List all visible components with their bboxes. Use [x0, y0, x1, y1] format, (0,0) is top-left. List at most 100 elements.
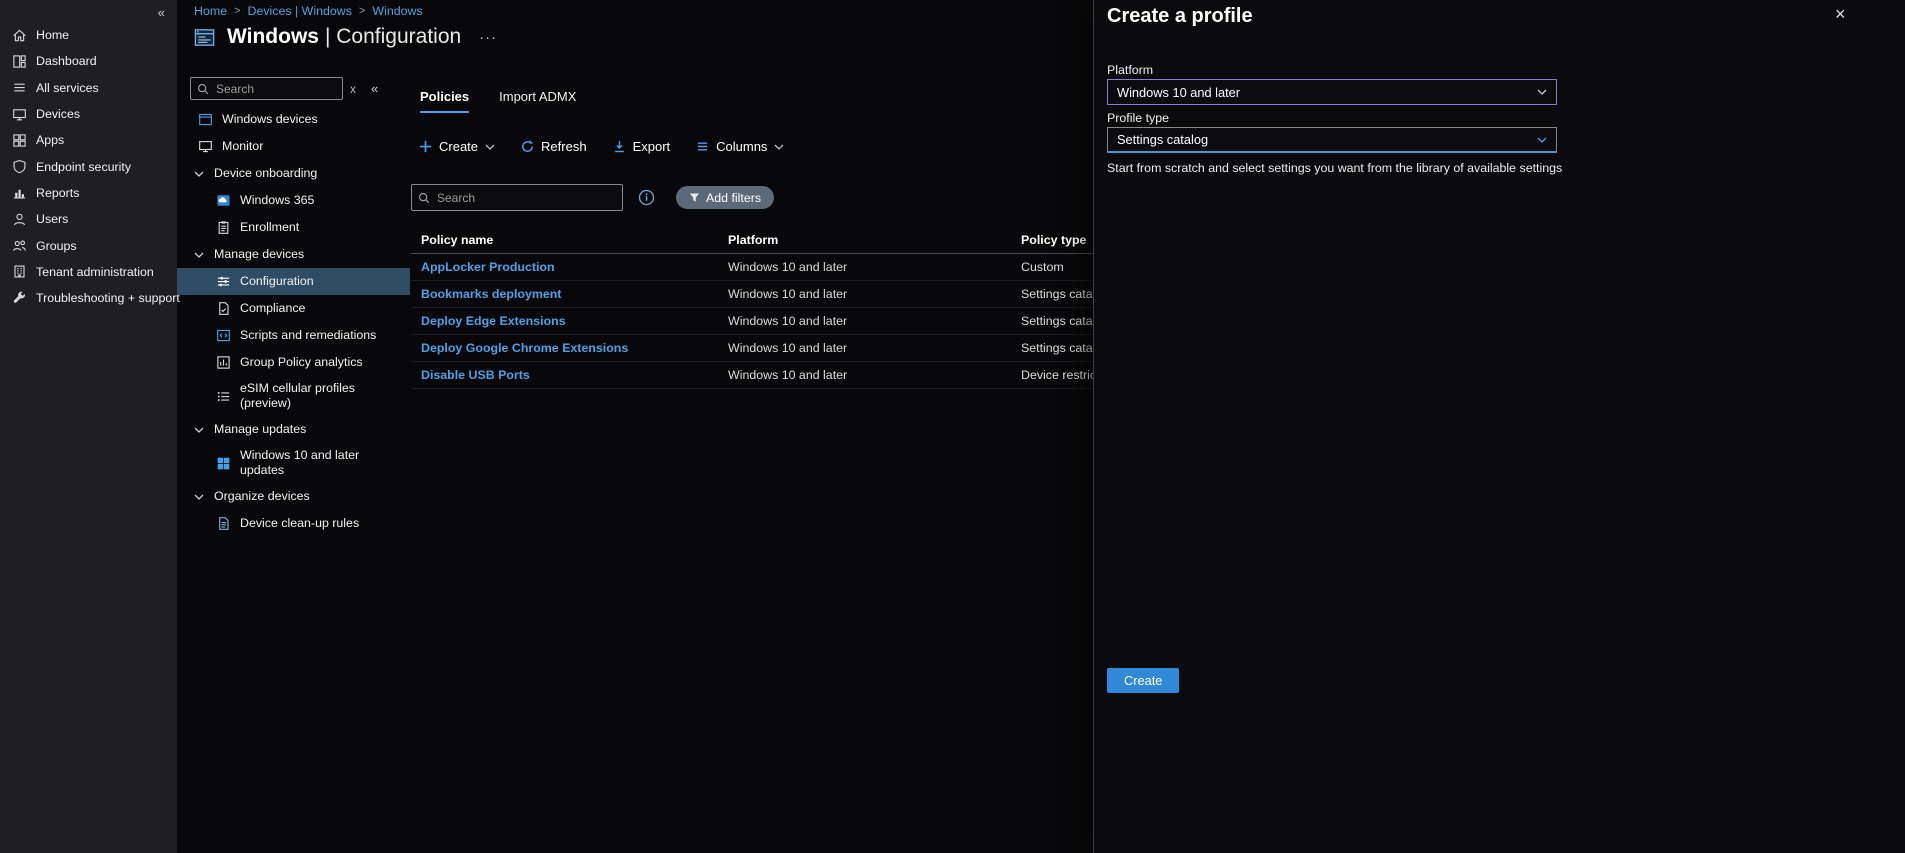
- table-row: Deploy Google Chrome Extensions Windows …: [411, 335, 1094, 362]
- sidebar-item-label: Apps: [36, 133, 65, 148]
- nav-item-device-cleanup-rules[interactable]: Device clean-up rules: [177, 510, 410, 537]
- reports-icon: [12, 185, 27, 200]
- app-root: « Home Dashboard All services Devices Ap…: [0, 0, 1905, 853]
- breadcrumb: Home > Devices | Windows > Windows: [194, 4, 423, 18]
- sidebar-item-all-services[interactable]: All services: [0, 75, 177, 101]
- monitor-icon: [198, 139, 213, 154]
- sidebar-item-apps[interactable]: Apps: [0, 127, 177, 153]
- table-row: Disable USB Ports Windows 10 and later D…: [411, 362, 1094, 389]
- esim-icon: [216, 389, 231, 404]
- nav-item-monitor[interactable]: Monitor: [177, 133, 410, 160]
- windows-updates-icon: [216, 456, 231, 471]
- platform-cell: Windows 10 and later: [728, 368, 848, 382]
- chevron-down-icon: [1537, 137, 1547, 143]
- sidebar-item-users[interactable]: Users: [0, 206, 177, 232]
- platform-cell: Windows 10 and later: [728, 287, 848, 301]
- breadcrumb-link-devices-windows[interactable]: Devices | Windows: [248, 4, 352, 18]
- policy-link[interactable]: Deploy Edge Extensions: [421, 314, 566, 328]
- profile-type-dropdown-value: Settings catalog: [1117, 132, 1209, 147]
- sidebar-item-reports[interactable]: Reports: [0, 180, 177, 206]
- windows-devices-icon: [198, 112, 213, 127]
- policies-table: Policy name Platform Policy type AppLock…: [411, 227, 1094, 389]
- export-button[interactable]: Export: [613, 139, 670, 154]
- policy-type-cell: Settings catalog: [1021, 341, 1094, 355]
- chevron-down-icon: [1537, 89, 1547, 95]
- policy-link[interactable]: Disable USB Ports: [421, 368, 530, 382]
- policy-search-input[interactable]: [411, 184, 623, 211]
- sidebar-item-dashboard[interactable]: Dashboard: [0, 48, 177, 74]
- sidebar-item-home[interactable]: Home: [0, 22, 177, 48]
- policy-type-cell: Settings catalog: [1021, 287, 1094, 301]
- create-button[interactable]: Create: [419, 139, 495, 154]
- page-title: Windows | Configuration: [227, 25, 462, 48]
- nav-item-scripts-remediations[interactable]: Scripts and remediations: [177, 322, 410, 349]
- devices-icon: [12, 107, 27, 122]
- export-icon: [613, 140, 626, 153]
- column-header-platform[interactable]: Platform: [728, 233, 1021, 247]
- nav-item-configuration[interactable]: Configuration: [177, 268, 410, 295]
- nav-group-manage-devices[interactable]: Manage devices: [177, 241, 410, 268]
- platform-dropdown[interactable]: Windows 10 and later: [1107, 79, 1557, 105]
- sidebar-item-label: Endpoint security: [36, 159, 132, 174]
- flyout-create-button[interactable]: Create: [1107, 668, 1180, 693]
- sidebar-item-label: Dashboard: [36, 54, 97, 69]
- info-icon[interactable]: [638, 189, 655, 206]
- filter-icon: [689, 192, 700, 203]
- nav-search-clear-button[interactable]: x: [350, 82, 356, 96]
- chevron-down-icon: [194, 494, 204, 500]
- sidebar-item-tenant-administration[interactable]: Tenant administration: [0, 259, 177, 285]
- policy-link[interactable]: Deploy Google Chrome Extensions: [421, 341, 628, 355]
- nav-group-manage-updates[interactable]: Manage updates: [177, 416, 410, 443]
- chevron-down-icon: [194, 427, 204, 433]
- breadcrumb-separator: >: [358, 5, 366, 17]
- nav-item-compliance[interactable]: Compliance: [177, 295, 410, 322]
- sidebar-item-label: Tenant administration: [36, 264, 154, 279]
- profile-type-description: Start from scratch and select settings y…: [1107, 161, 1563, 175]
- nav-item-esim-profiles[interactable]: eSIM cellular profiles (preview): [177, 376, 410, 416]
- configuration-icon: [216, 274, 231, 289]
- sidebar-item-devices[interactable]: Devices: [0, 101, 177, 127]
- policy-link[interactable]: Bookmarks deployment: [421, 287, 561, 301]
- nav-item-windows-updates[interactable]: Windows 10 and later updates: [177, 443, 410, 483]
- nav-item-windows-365[interactable]: Windows 365: [177, 187, 410, 214]
- home-icon: [12, 28, 27, 43]
- nav-item-enrollment[interactable]: Enrollment: [177, 214, 410, 241]
- close-icon[interactable]: ×: [1835, 5, 1846, 23]
- sidebar-item-troubleshooting[interactable]: Troubleshooting + support: [0, 285, 180, 311]
- columns-button[interactable]: Columns: [696, 139, 784, 154]
- tab-import-admx[interactable]: Import ADMX: [499, 89, 576, 113]
- column-header-policy-name[interactable]: Policy name: [411, 233, 728, 247]
- sidebar-collapse-button[interactable]: «: [0, 0, 177, 22]
- breadcrumb-link-windows[interactable]: Windows: [372, 4, 422, 18]
- platform-cell: Windows 10 and later: [728, 314, 848, 328]
- plus-icon: [419, 140, 432, 153]
- enrollment-icon: [216, 220, 231, 235]
- tab-bar: Policies Import ADMX: [420, 89, 576, 113]
- sidebar: « Home Dashboard All services Devices Ap…: [0, 0, 180, 853]
- platform-cell: Windows 10 and later: [728, 260, 848, 274]
- nav-group-device-onboarding[interactable]: Device onboarding: [177, 160, 410, 187]
- nav-collapse-button[interactable]: «: [371, 81, 378, 96]
- chevron-down-icon: [774, 144, 784, 150]
- sidebar-item-endpoint-security[interactable]: Endpoint security: [0, 153, 177, 179]
- add-filters-button[interactable]: Add filters: [676, 186, 775, 209]
- nav-group-organize-devices[interactable]: Organize devices: [177, 483, 410, 510]
- sidebar-item-label: All services: [36, 80, 99, 95]
- nav-search-input[interactable]: [190, 77, 343, 100]
- tab-policies[interactable]: Policies: [420, 89, 470, 113]
- nav-search-row: x «: [190, 77, 378, 100]
- breadcrumb-link-home[interactable]: Home: [194, 4, 227, 18]
- nav-item-windows-devices[interactable]: Windows devices: [177, 106, 410, 133]
- policy-searchbox: [411, 184, 623, 211]
- profile-type-dropdown[interactable]: Settings catalog: [1107, 127, 1557, 153]
- policy-link[interactable]: AppLocker Production: [421, 260, 555, 274]
- column-header-policy-type[interactable]: Policy type: [1021, 233, 1094, 247]
- refresh-button[interactable]: Refresh: [521, 139, 587, 154]
- nav-item-group-policy-analytics[interactable]: Group Policy analytics: [177, 349, 410, 376]
- more-options-button[interactable]: ···: [479, 29, 497, 46]
- policy-type-cell: Custom: [1021, 260, 1064, 274]
- sidebar-item-label: Home: [36, 28, 70, 43]
- wrench-icon: [12, 291, 27, 306]
- refresh-icon: [521, 140, 534, 153]
- sidebar-item-groups[interactable]: Groups: [0, 232, 177, 258]
